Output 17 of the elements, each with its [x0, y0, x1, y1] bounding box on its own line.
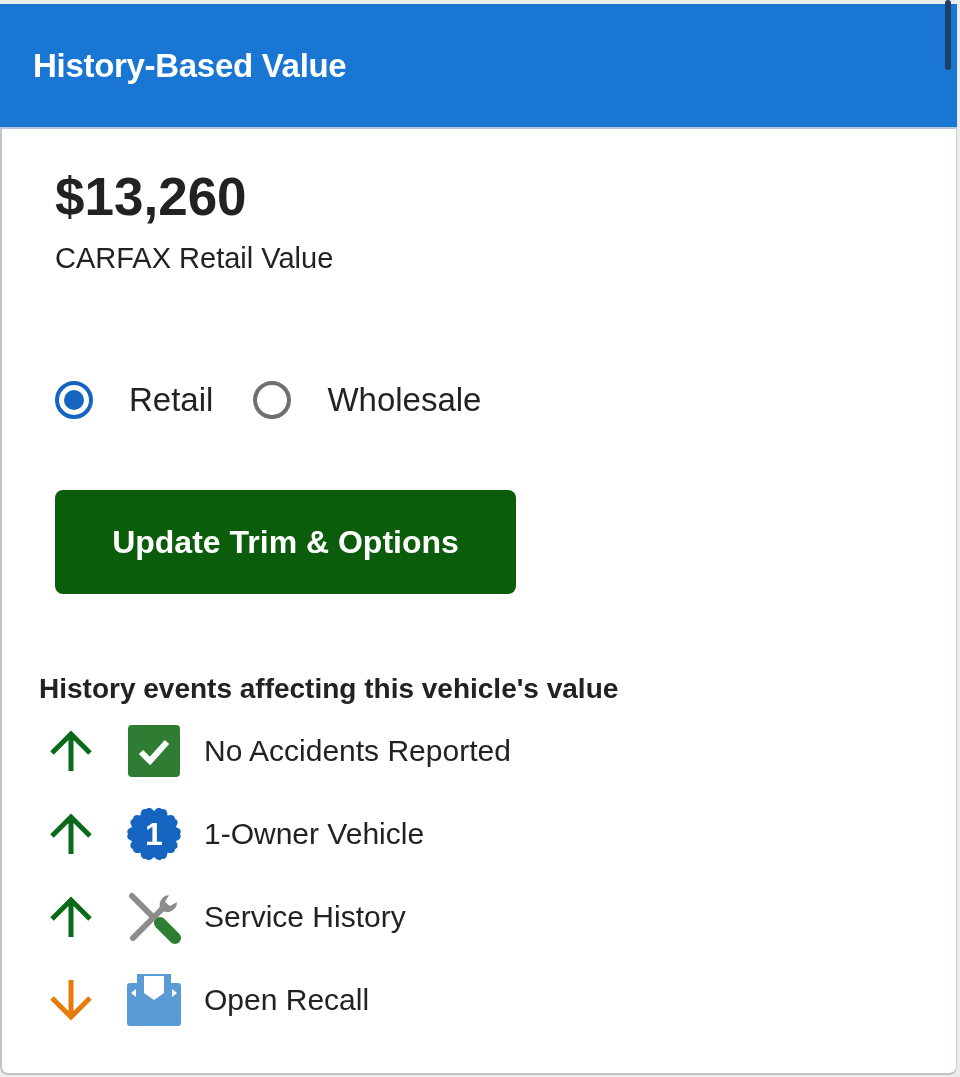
history-event-label: No Accidents Reported	[204, 733, 511, 768]
radio-label[interactable]: Wholesale	[327, 381, 482, 419]
history-heading: History events affecting this vehicle's value	[39, 672, 619, 706]
update-trim-button[interactable]: Update Trim & Options	[55, 490, 516, 594]
history-event-label: 1-Owner Vehicle	[204, 816, 425, 851]
radio-button[interactable]	[253, 381, 292, 419]
radio-button[interactable]	[55, 381, 93, 419]
owner-badge-icon: 1	[127, 806, 181, 861]
checkmark-icon	[127, 723, 181, 778]
value-amount: $13,260	[55, 167, 247, 227]
recall-folder-icon	[127, 972, 181, 1027]
history-event-label: Open Recall	[204, 982, 370, 1017]
scrollbar-thumb[interactable]	[945, 0, 951, 70]
history-event-label: Service History	[204, 899, 406, 934]
radio-label[interactable]: Retail	[129, 381, 214, 419]
value-label: CARFAX Retail Value	[55, 241, 334, 275]
card-title: History-Based Value	[33, 46, 347, 85]
